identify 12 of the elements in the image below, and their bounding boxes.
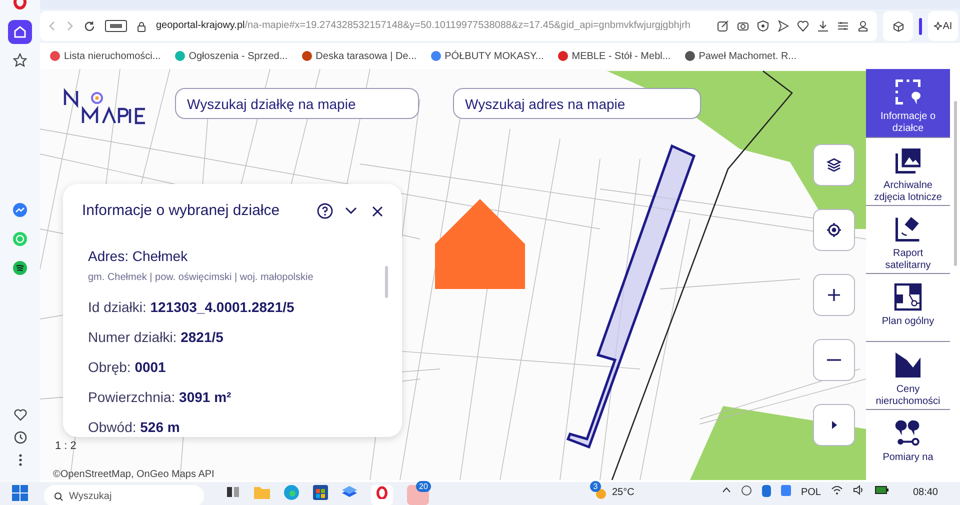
weather-badge: 3 <box>590 481 601 492</box>
parcel-field: Numer działki: 2821/5 <box>88 329 385 345</box>
panel-title: Informacje o wybranej działce <box>82 200 281 221</box>
parcel-field: Powierzchnia: 3091 m² <box>88 389 385 405</box>
scale-label: 1 : 2 <box>55 439 76 454</box>
parcel-field: Obręb: 0001 <box>88 359 385 375</box>
parcel-field: Id działki: 121303_4.0001.2821/5 <box>88 299 385 315</box>
address-heading: Adres: Chełmek <box>88 247 189 266</box>
parcel-field: Obwód: 526 m <box>88 419 385 435</box>
address-detail: gm. Chełmek | pow. oświęcimski | woj. małopolskie <box>88 271 314 285</box>
attribution-text: ©OpenStreetMap, OnGeo Maps API <box>53 468 214 482</box>
notification-badge: 20 <box>416 481 431 492</box>
